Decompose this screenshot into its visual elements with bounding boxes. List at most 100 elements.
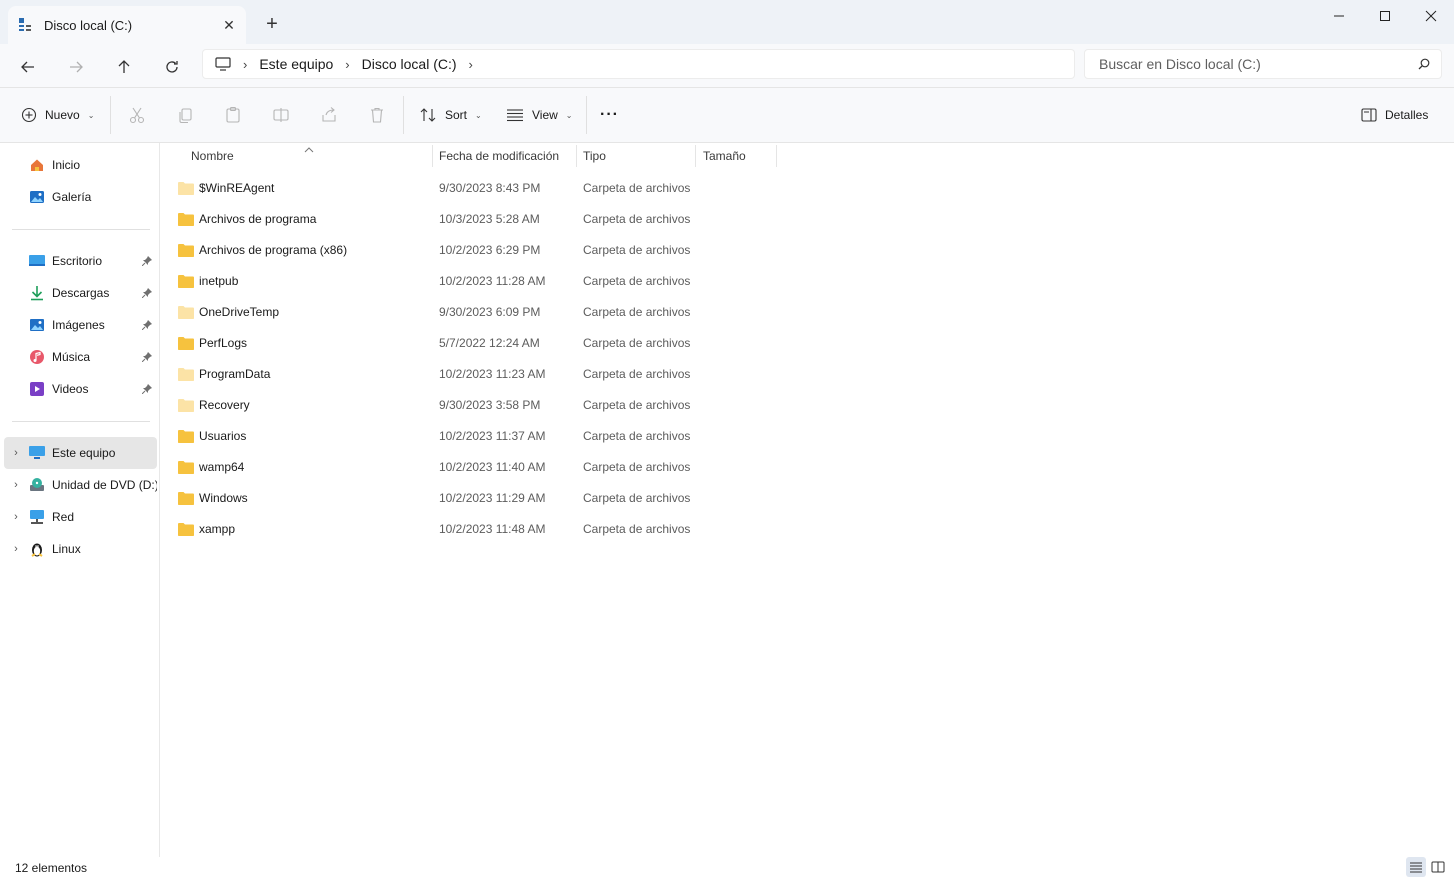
chevron-right-icon[interactable]: › <box>345 57 349 72</box>
chevron-right-icon[interactable]: › <box>243 57 247 72</box>
file-name: Windows <box>199 490 248 505</box>
toolbar-divider <box>586 96 587 134</box>
dvd-drive-icon <box>28 476 46 494</box>
folder-icon <box>178 367 194 381</box>
sidebar-item-linux[interactable]: › Linux <box>4 533 157 565</box>
pin-icon[interactable] <box>137 352 157 362</box>
folder-icon <box>178 274 194 288</box>
address-bar[interactable]: › Este equipo › Disco local (C:) › <box>202 49 1075 79</box>
file-name-cell[interactable]: Archivos de programa (x86) <box>178 243 347 257</box>
column-header-tamano[interactable]: Tamaño <box>697 143 776 169</box>
file-row[interactable]: Recovery 9/30/2023 3:58 PM Carpeta de arch… <box>172 389 772 420</box>
file-name-cell[interactable]: Recovery <box>178 398 250 412</box>
sidebar-item-descargas[interactable]: Descargas <box>4 277 157 309</box>
sidebar-item-red[interactable]: › Red <box>4 501 157 533</box>
chevron-right-icon[interactable]: › <box>4 543 28 555</box>
file-modified: 10/2/2023 11:37 AM <box>439 428 546 443</box>
chevron-right-icon[interactable]: › <box>4 479 28 491</box>
sidebar-item-imagenes[interactable]: Imágenes <box>4 309 157 341</box>
file-type: Carpeta de archivos <box>583 490 691 505</box>
file-name-cell[interactable]: PerfLogs <box>178 336 247 350</box>
breadcrumb-este-equipo[interactable]: Este equipo <box>259 56 333 72</box>
monitor-icon[interactable] <box>215 57 231 71</box>
file-row[interactable]: Windows 10/2/2023 11:29 AM Carpeta de arch… <box>172 482 772 513</box>
tab-disco-local[interactable]: Disco local (C:) ✕ <box>8 6 246 44</box>
file-name-cell[interactable]: wamp64 <box>178 460 244 474</box>
chevron-right-icon[interactable]: › <box>4 511 28 523</box>
sort-button[interactable]: Sort ⌄ <box>419 100 482 130</box>
sidebar-item-inicio[interactable]: Inicio <box>4 149 157 181</box>
sidebar-item-este-equipo[interactable]: › Este equipo <box>4 437 157 469</box>
share-icon[interactable] <box>320 100 338 130</box>
file-row[interactable]: ProgramData 10/2/2023 11:23 AM Carpeta de … <box>172 358 772 389</box>
details-button[interactable]: Detalles <box>1361 100 1428 130</box>
tiles-view-icon[interactable] <box>1428 857 1448 877</box>
toolbar-divider <box>110 96 111 134</box>
file-type: Carpeta de archivos <box>583 211 691 226</box>
column-divider[interactable] <box>695 145 696 167</box>
folder-icon <box>178 305 194 319</box>
search-icon[interactable] <box>1407 58 1441 70</box>
close-icon[interactable] <box>1408 0 1454 32</box>
file-name-cell[interactable]: Archivos de programa <box>178 212 316 226</box>
pictures-icon <box>28 316 46 334</box>
view-button[interactable]: View ⌄ <box>506 100 573 130</box>
copy-icon[interactable] <box>176 100 194 130</box>
chevron-right-icon[interactable]: › <box>4 447 28 459</box>
rename-icon[interactable] <box>272 100 290 130</box>
forward-arrow-icon[interactable] <box>59 50 93 84</box>
back-arrow-icon[interactable] <box>11 50 45 84</box>
file-row[interactable]: inetpub 10/2/2023 11:28 AM Carpeta de arch… <box>172 265 772 296</box>
column-header-row: Nombre Fecha de modificación Tipo Tamaño <box>160 143 1454 169</box>
sidebar-item-videos[interactable]: Videos <box>4 373 157 405</box>
more-options-button[interactable]: ··· <box>600 100 619 130</box>
column-header-fecha[interactable]: Fecha de modificación <box>433 143 576 169</box>
file-name-cell[interactable]: $WinREAgent <box>178 181 274 195</box>
file-row[interactable]: xampp 10/2/2023 11:48 AM Carpeta de archiv… <box>172 513 772 544</box>
sidebar-item-dvd[interactable]: › Unidad de DVD (D:) <box>4 469 157 501</box>
file-row[interactable]: PerfLogs 5/7/2022 12:24 AM Carpeta de arch… <box>172 327 772 358</box>
sidebar-item-musica[interactable]: Música <box>4 341 157 373</box>
pin-icon[interactable] <box>137 256 157 266</box>
file-name-cell[interactable]: ProgramData <box>178 367 270 381</box>
chevron-right-icon[interactable]: › <box>469 57 473 72</box>
new-tab-button[interactable]: + <box>258 10 286 38</box>
maximize-icon[interactable] <box>1362 0 1408 32</box>
refresh-icon[interactable] <box>155 50 189 84</box>
cut-icon[interactable] <box>128 100 146 130</box>
folder-icon <box>178 243 194 257</box>
chevron-down-icon: ⌄ <box>87 110 95 120</box>
file-row[interactable]: Usuarios 10/2/2023 11:37 AM Carpeta de arc… <box>172 420 772 451</box>
close-tab-icon[interactable]: ✕ <box>214 10 244 40</box>
file-name: PerfLogs <box>199 335 248 350</box>
column-divider[interactable] <box>776 145 777 167</box>
file-name-cell[interactable]: Usuarios <box>178 429 246 443</box>
paste-icon[interactable] <box>224 100 242 130</box>
sidebar-item-escritorio[interactable]: Escritorio <box>4 245 157 277</box>
search-input[interactable]: Buscar en Disco local (C:) <box>1084 49 1442 79</box>
breadcrumb-disco-local[interactable]: Disco local (C:) <box>362 56 457 72</box>
file-row[interactable]: OneDriveTemp 9/30/2023 6:09 PM Carpeta de … <box>172 296 772 327</box>
view-toggle-group <box>1406 857 1448 877</box>
sidebar-item-galeria[interactable]: Galería <box>4 181 157 213</box>
file-name-cell[interactable]: xampp <box>178 522 235 536</box>
new-button[interactable]: Nuevo ⌄ <box>21 100 94 130</box>
file-row[interactable]: wamp64 10/2/2023 11:40 AM Carpeta de archi… <box>172 451 772 482</box>
drive-icon <box>18 17 34 33</box>
column-header-tipo[interactable]: Tipo <box>577 143 695 169</box>
file-row[interactable]: Archivos de programa (x86) 10/2/2023 6:29… <box>172 234 772 265</box>
minimize-icon[interactable] <box>1316 0 1362 32</box>
up-arrow-icon[interactable] <box>107 50 141 84</box>
pin-icon[interactable] <box>137 320 157 330</box>
delete-icon[interactable] <box>368 100 386 130</box>
pin-icon[interactable] <box>137 288 157 298</box>
file-row[interactable]: $WinREAgent 9/30/2023 8:43 PM Carpeta de a… <box>172 172 772 203</box>
file-name-cell[interactable]: OneDriveTemp <box>178 305 279 319</box>
file-name-cell[interactable]: Windows <box>178 491 248 505</box>
sidebar-divider <box>12 421 150 422</box>
file-name-cell[interactable]: inetpub <box>178 274 238 288</box>
pin-icon[interactable] <box>137 384 157 394</box>
file-row[interactable]: Archivos de programa 10/3/2023 5:28 AM Car… <box>172 203 772 234</box>
command-bar: Nuevo ⌄ Sort ⌄ View ⌄ ··· Detalles <box>0 88 1454 143</box>
details-view-icon[interactable] <box>1406 857 1426 877</box>
